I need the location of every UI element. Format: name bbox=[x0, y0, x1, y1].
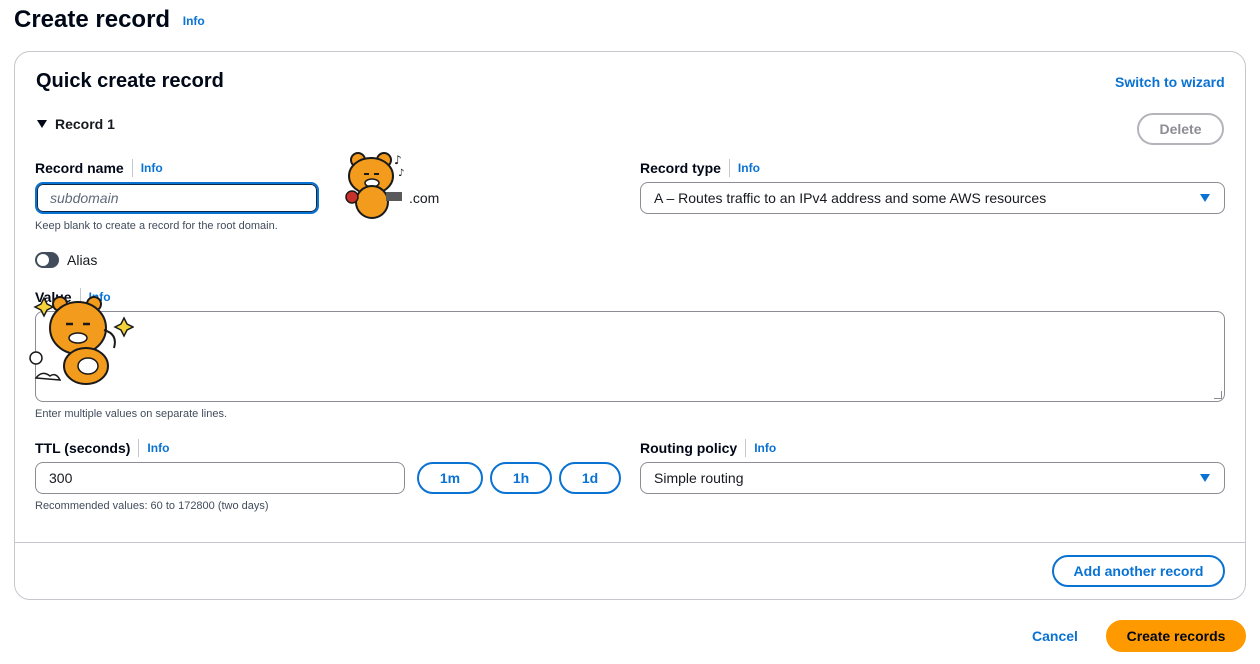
ttl-input[interactable]: 300 bbox=[35, 462, 405, 494]
record-name-label-text: Record name bbox=[35, 160, 124, 176]
add-another-record-button[interactable]: Add another record bbox=[1052, 555, 1225, 587]
dropdown-arrow-icon bbox=[1200, 194, 1210, 202]
ttl-preset-1m-button[interactable]: 1m bbox=[417, 462, 483, 494]
value-textarea[interactable] bbox=[35, 311, 1225, 402]
delete-button[interactable]: Delete bbox=[1137, 113, 1224, 145]
record-type-label: Record type Info bbox=[640, 159, 760, 177]
routing-policy-select[interactable]: Simple routing bbox=[640, 462, 1225, 494]
ttl-preset-1d-button[interactable]: 1d bbox=[559, 462, 621, 494]
record-name-input[interactable]: subdomain bbox=[35, 182, 319, 214]
record-type-value: A – Routes traffic to an IPv4 address an… bbox=[654, 190, 1047, 206]
caret-down-icon bbox=[37, 120, 47, 128]
record-type-label-text: Record type bbox=[640, 160, 721, 176]
record-type-info-link[interactable]: Info bbox=[738, 161, 760, 175]
ttl-label: TTL (seconds) Info bbox=[35, 439, 169, 457]
routing-policy-label: Routing policy Info bbox=[640, 439, 776, 457]
record-name-info-link[interactable]: Info bbox=[141, 161, 163, 175]
record-type-select[interactable]: A – Routes traffic to an IPv4 address an… bbox=[640, 182, 1225, 214]
bear-waving-sticker-icon bbox=[29, 296, 134, 385]
card-divider bbox=[15, 542, 1245, 543]
svg-text:♪: ♪ bbox=[394, 153, 402, 167]
cancel-button[interactable]: Cancel bbox=[1032, 628, 1078, 644]
routing-policy-value: Simple routing bbox=[654, 470, 744, 486]
page-title: Create record Info bbox=[14, 6, 205, 34]
record-1-label: Record 1 bbox=[55, 116, 115, 132]
ttl-value: 300 bbox=[49, 470, 73, 486]
ttl-info-link[interactable]: Info bbox=[147, 441, 169, 455]
svg-text:♪: ♪ bbox=[398, 168, 404, 179]
routing-policy-label-text: Routing policy bbox=[640, 440, 738, 456]
resize-grip-icon[interactable] bbox=[1214, 391, 1222, 399]
dropdown-arrow-icon bbox=[1200, 474, 1210, 482]
card-title: Quick create record bbox=[36, 70, 224, 92]
alias-toggle[interactable] bbox=[35, 252, 59, 268]
quick-create-card: Quick create record Switch to wizard Rec… bbox=[14, 51, 1246, 600]
record-name-label: Record name Info bbox=[35, 159, 163, 177]
alias-label: Alias bbox=[67, 252, 98, 268]
domain-suffix: .com bbox=[409, 190, 440, 206]
ttl-preset-1h-button[interactable]: 1h bbox=[490, 462, 552, 494]
routing-policy-info-link[interactable]: Info bbox=[754, 441, 776, 455]
bear-sticker-icon: ♪ ♪ bbox=[345, 152, 404, 219]
page-title-text: Create record bbox=[14, 6, 171, 33]
record-name-placeholder: subdomain bbox=[50, 190, 119, 206]
record-name-hint: Keep blank to create a record for the ro… bbox=[35, 220, 278, 232]
value-hint: Enter multiple values on separate lines. bbox=[35, 408, 227, 420]
ttl-label-text: TTL (seconds) bbox=[35, 440, 131, 456]
ttl-hint: Recommended values: 60 to 172800 (two da… bbox=[35, 500, 269, 512]
create-records-button[interactable]: Create records bbox=[1106, 620, 1246, 652]
switch-to-wizard-link[interactable]: Switch to wizard bbox=[1115, 74, 1225, 90]
page-info-link[interactable]: Info bbox=[183, 14, 205, 28]
record-1-expander[interactable]: Record 1 bbox=[37, 116, 115, 132]
